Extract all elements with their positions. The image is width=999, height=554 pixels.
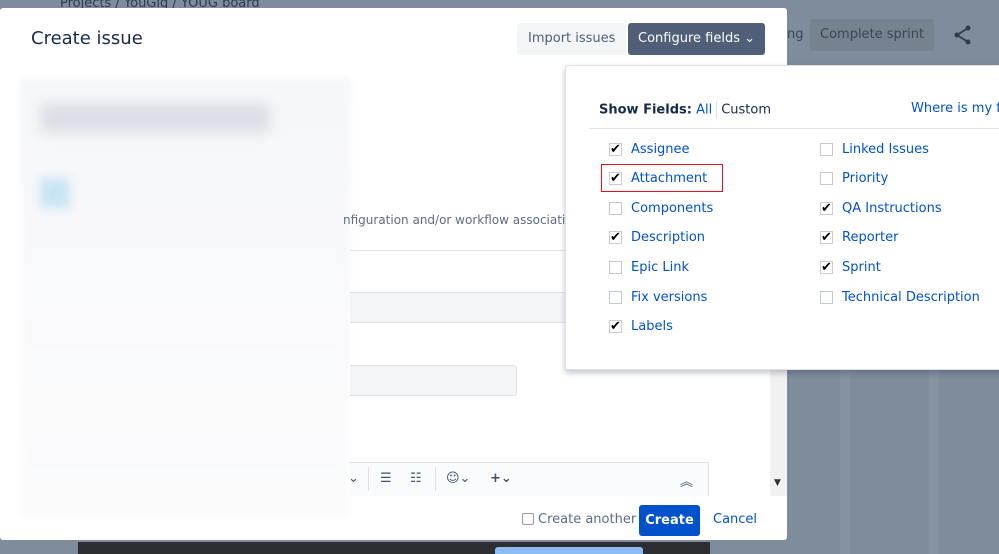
field-option-reporter[interactable]: ✔ Reporter bbox=[820, 228, 898, 248]
checkbox-checked[interactable]: ✔ bbox=[609, 320, 622, 334]
checkbox-unchecked[interactable] bbox=[820, 142, 833, 156]
field-option-label: Assignee bbox=[631, 141, 690, 157]
checkbox-unchecked[interactable] bbox=[609, 290, 622, 304]
field-option-assignee[interactable]: ✔ Assignee bbox=[609, 139, 690, 159]
field-option-description[interactable]: ✔ Description bbox=[609, 228, 705, 248]
field-option-epic-link[interactable]: Epic Link bbox=[609, 257, 689, 277]
config-hint-text: nfiguration and/or workflow associations bbox=[343, 213, 587, 227]
editor-toolbar: ⌄ ☰ ☷ ☺⌄ +⌄ ︽ bbox=[348, 462, 709, 496]
field-option-fix-versions[interactable]: Fix versions bbox=[609, 287, 707, 307]
checkbox-checked[interactable]: ✔ bbox=[609, 142, 622, 156]
field-option-label: QA Instructions bbox=[842, 200, 942, 216]
share-icon[interactable] bbox=[952, 24, 974, 46]
toolbar-divider bbox=[435, 467, 436, 491]
checkbox-unchecked[interactable] bbox=[820, 290, 833, 304]
show-fields-row: Show Fields: All Custom bbox=[599, 101, 771, 119]
show-custom-link[interactable]: Custom bbox=[721, 103, 771, 118]
board-column-divider bbox=[929, 370, 939, 554]
create-another-label: Create another bbox=[538, 512, 637, 527]
highlight-box bbox=[601, 164, 723, 192]
divider bbox=[589, 128, 999, 129]
configure-fields-label: Configure fields bbox=[638, 31, 740, 46]
field-option-sprint[interactable]: ✔ Sprint bbox=[820, 257, 881, 277]
field-option-label: Priority bbox=[842, 171, 889, 187]
field-option-label: Reporter bbox=[842, 230, 899, 246]
field-option-label: Epic Link bbox=[631, 259, 689, 275]
checkbox-unchecked[interactable] bbox=[609, 260, 622, 274]
field-option-labels[interactable]: ✔ Labels bbox=[609, 317, 673, 337]
checkbox-checked[interactable]: ✔ bbox=[820, 231, 833, 245]
collapse-toolbar-icon[interactable]: ︽ bbox=[680, 471, 693, 490]
field-option-label: Components bbox=[631, 200, 714, 216]
create-button[interactable]: Create bbox=[639, 505, 700, 536]
numbered-list-icon[interactable]: ☷ bbox=[410, 471, 422, 486]
chevron-down-icon: ⌄ bbox=[744, 31, 756, 46]
field-option-priority[interactable]: Priority bbox=[820, 169, 888, 189]
field-option-label: Technical Description bbox=[842, 289, 980, 305]
scroll-down-icon[interactable]: ▼ bbox=[774, 478, 781, 488]
cancel-button[interactable]: Cancel bbox=[713, 512, 757, 527]
background-text: ng bbox=[787, 27, 804, 42]
field-option-linked-issues[interactable]: Linked Issues bbox=[820, 139, 929, 159]
checkbox-checked[interactable]: ✔ bbox=[820, 201, 833, 215]
create-another-checkbox[interactable] bbox=[522, 513, 534, 525]
show-all-link[interactable]: All bbox=[696, 103, 712, 118]
summary-input[interactable] bbox=[350, 292, 570, 323]
background-button bbox=[495, 547, 643, 554]
field-option-qa-instructions[interactable]: ✔ QA Instructions bbox=[820, 198, 942, 218]
checkbox-checked[interactable]: ✔ bbox=[609, 231, 622, 245]
blurred-form-area bbox=[20, 78, 350, 518]
toolbar-divider bbox=[368, 467, 369, 491]
field-input[interactable] bbox=[350, 365, 517, 396]
configure-fields-button[interactable]: Configure fields ⌄ bbox=[628, 23, 766, 55]
show-fields-label: Show Fields: bbox=[599, 102, 692, 118]
field-option-label: Sprint bbox=[842, 259, 881, 275]
divider bbox=[716, 101, 718, 119]
field-option-label: Fix versions bbox=[631, 289, 708, 305]
board-column-divider bbox=[840, 370, 850, 554]
field-option-label: Description bbox=[631, 230, 706, 246]
bullet-list-icon[interactable]: ☰ bbox=[380, 471, 392, 486]
field-option-label: Labels bbox=[631, 319, 673, 335]
blurred-issue-type-icon bbox=[40, 178, 70, 208]
checkbox-unchecked[interactable] bbox=[609, 201, 622, 215]
import-issues-button[interactable]: Import issues bbox=[517, 23, 627, 55]
where-is-my-field-link[interactable]: Where is my fi bbox=[911, 101, 999, 116]
field-option-technical-description[interactable]: Technical Description bbox=[820, 287, 980, 307]
complete-sprint-button[interactable]: Complete sprint bbox=[810, 19, 935, 51]
chevron-down-icon[interactable]: ⌄ bbox=[348, 471, 359, 486]
emoji-icon[interactable]: ☺⌄ bbox=[446, 471, 470, 486]
insert-more-icon[interactable]: +⌄ bbox=[490, 471, 512, 486]
field-option-label: Linked Issues bbox=[842, 141, 929, 157]
configure-fields-panel: Show Fields: All Custom Where is my fi ✔ A… bbox=[565, 65, 999, 370]
checkbox-unchecked[interactable] bbox=[820, 172, 833, 186]
blurred-project-field bbox=[40, 103, 270, 133]
field-option-components[interactable]: Components bbox=[609, 198, 713, 218]
dialog-title: Create issue bbox=[31, 28, 143, 49]
checkbox-checked[interactable]: ✔ bbox=[820, 260, 833, 274]
